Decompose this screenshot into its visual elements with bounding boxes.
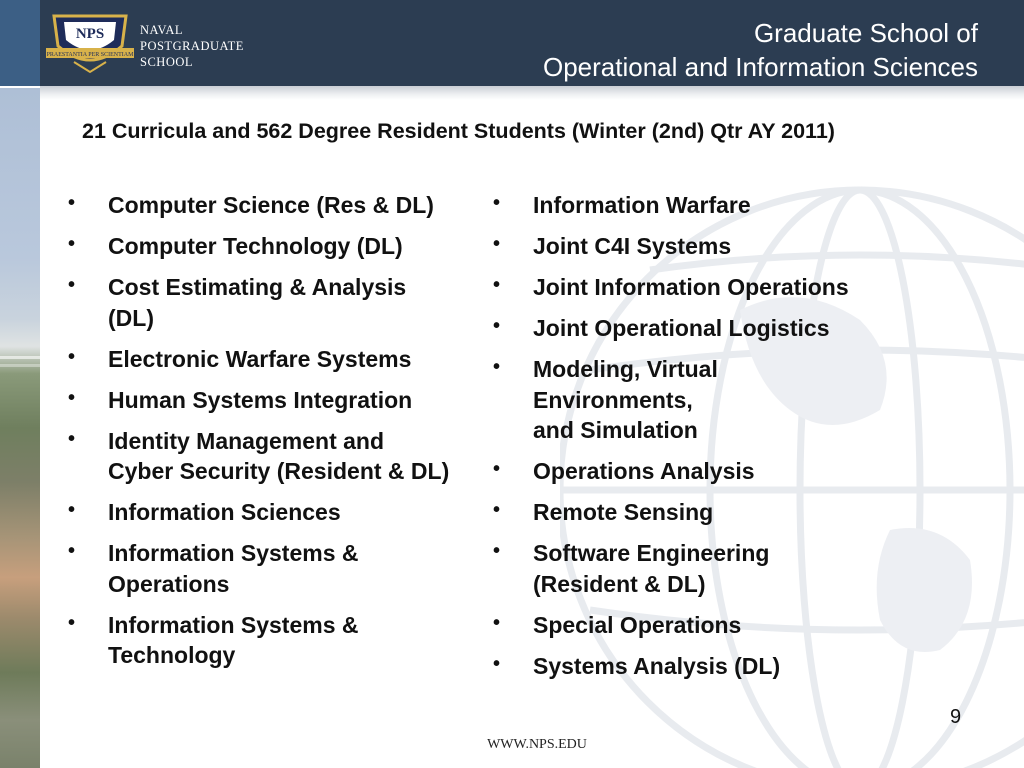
curriculum-label: Information Systems & Technology <box>108 611 359 669</box>
curriculum-label: Cost Estimating & Analysis (DL) <box>108 274 407 331</box>
bullet-icon: • <box>493 274 501 296</box>
bullet-icon: • <box>493 192 501 214</box>
school-name-line: POSTGRADUATE <box>140 39 244 53</box>
curriculum-item: • Operations Analysis <box>493 456 913 487</box>
school-name-line: SCHOOL <box>140 55 194 69</box>
bullet-icon: • <box>68 274 76 296</box>
curriculum-item: • Special Operations <box>493 610 913 641</box>
bullet-icon: • <box>68 540 76 562</box>
nps-crest-logo: NPS PRAESTANTIA PER SCIENTIAM <box>46 14 135 74</box>
logo-text: NPS <box>76 26 104 42</box>
curriculum-label: Operations Analysis <box>533 458 755 484</box>
bullet-icon: • <box>68 233 76 255</box>
curriculum-label: Information Sciences <box>108 499 341 525</box>
curriculum-label: Electronic Warfare Systems <box>108 345 412 372</box>
curriculum-item: • Software Engineering (Resident & DL) <box>493 538 913 599</box>
curriculum-item: • Joint Information Operations <box>493 272 913 303</box>
bullet-icon: • <box>493 233 501 255</box>
curriculum-item: • Computer Science (Res & DL) <box>68 190 498 221</box>
campus-photo-strip <box>0 88 40 768</box>
curriculum-item: • Information Systems & Operations <box>68 538 498 599</box>
curriculum-item: • Information Warfare <box>493 190 913 221</box>
footer-url: WWW.NPS.EDU <box>487 737 587 752</box>
header-title-line: Graduate School of <box>753 18 978 48</box>
bullet-icon: • <box>493 356 501 378</box>
curriculum-label: Software Engineering (Resident & DL) <box>533 540 770 597</box>
bullet-icon: • <box>493 315 501 337</box>
curriculum-label: Identity Management and Cyber Security (… <box>108 427 450 485</box>
bullet-icon: • <box>493 458 501 480</box>
bullet-icon: • <box>68 427 76 450</box>
curriculum-item: • Identity Management and Cyber Security … <box>68 426 498 487</box>
bullet-icon: • <box>493 499 501 521</box>
bullet-icon: • <box>68 192 76 214</box>
curriculum-item: • Computer Technology (DL) <box>68 231 498 262</box>
curriculum-label: Information Warfare <box>533 192 751 218</box>
slide: NPS PRAESTANTIA PER SCIENTIAM NAVAL POST… <box>0 0 1024 768</box>
curriculum-item: • Modeling, Virtual Environments, and Sim… <box>493 354 913 446</box>
header-accent-block <box>0 0 40 86</box>
bullet-icon: • <box>493 611 501 634</box>
curriculum-label: Remote Sensing <box>533 499 714 525</box>
curriculum-item: • Human Systems Integration <box>68 385 498 416</box>
curriculum-item: • Information Sciences <box>68 497 498 528</box>
curriculum-label: Joint C4I Systems <box>533 233 732 259</box>
curriculum-label: Joint Information Operations <box>533 274 849 300</box>
slide-header: NPS PRAESTANTIA PER SCIENTIAM NAVAL POST… <box>0 0 1024 86</box>
header-title: Graduate School of Operational and Infor… <box>543 16 978 84</box>
logo-motto: PRAESTANTIA PER SCIENTIAM <box>47 52 135 58</box>
curriculum-label: Computer Science (Res & DL) <box>108 192 434 218</box>
photo-streak <box>0 364 40 367</box>
curriculum-label: Joint Operational Logistics <box>533 315 830 341</box>
bullet-icon: • <box>68 611 76 634</box>
photo-streak <box>0 356 40 359</box>
curriculum-label: Special Operations <box>533 611 742 638</box>
school-name-line: NAVAL <box>140 23 184 37</box>
bullet-icon: • <box>493 540 501 562</box>
curriculum-item: • Cost Estimating & Analysis (DL) <box>68 272 498 333</box>
curriculum-label: Computer Technology (DL) <box>108 233 403 259</box>
curricula-list-left: • Computer Science (Res & DL) • Computer Te… <box>68 190 498 681</box>
curriculum-item: • Information Systems & Technology <box>68 610 498 671</box>
curriculum-item: • Electronic Warfare Systems <box>68 344 498 375</box>
curriculum-label: Modeling, Virtual Environments, and Simu… <box>533 356 718 443</box>
bullet-icon: • <box>68 345 76 368</box>
slide-subtitle: 21 Curricula and 562 Degree Resident Stu… <box>82 119 835 143</box>
curriculum-item: • Joint C4I Systems <box>493 231 913 262</box>
bullet-icon: • <box>68 499 76 521</box>
school-name: NAVAL POSTGRADUATE SCHOOL <box>140 22 244 70</box>
page-number: 9 <box>950 706 962 728</box>
curriculum-label: Systems Analysis (DL) <box>533 652 781 679</box>
curriculum-item: • Joint Operational Logistics <box>493 313 913 344</box>
curriculum-label: Information Systems & Operations <box>108 540 359 597</box>
curricula-list-right: • Information Warfare • Joint C4I Systems • J… <box>493 190 913 692</box>
curriculum-item: • Systems Analysis (DL) <box>493 651 913 682</box>
header-shadow <box>40 86 1024 100</box>
curriculum-item: • Remote Sensing <box>493 497 913 528</box>
bullet-icon: • <box>493 652 501 675</box>
bullet-icon: • <box>68 386 76 409</box>
header-title-line: Operational and Information Sciences <box>542 52 978 82</box>
curriculum-label: Human Systems Integration <box>108 386 413 413</box>
